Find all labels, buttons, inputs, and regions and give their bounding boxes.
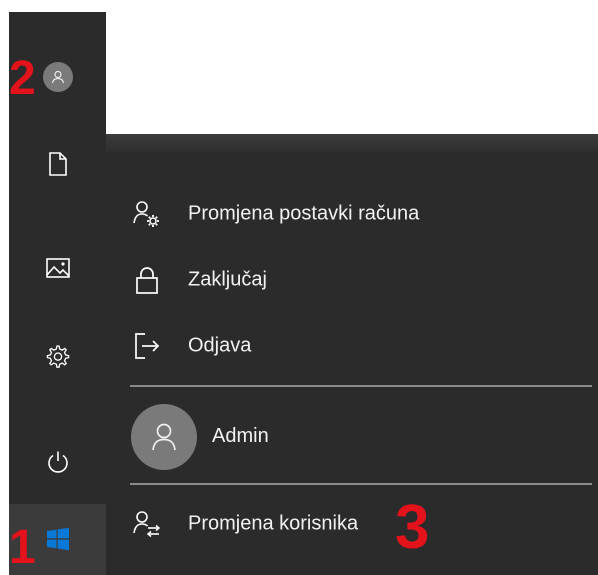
divider-top bbox=[130, 385, 592, 387]
gear-icon bbox=[46, 345, 69, 368]
windows-logo-icon bbox=[46, 527, 69, 551]
power-icon bbox=[47, 451, 68, 473]
settings-button[interactable] bbox=[9, 327, 106, 387]
picture-icon bbox=[45, 258, 70, 278]
account-flyout-menu: Promjena postavki računa Zaključaj Odjav… bbox=[106, 134, 598, 575]
change-account-settings-item[interactable]: Promjena postavki računa bbox=[106, 184, 598, 244]
lock-label: Zaključaj bbox=[188, 268, 267, 291]
current-user-item[interactable]: Admin bbox=[106, 397, 598, 477]
lock-icon bbox=[130, 263, 164, 297]
sign-out-label: Odjava bbox=[188, 334, 252, 357]
sign-out-item[interactable]: Odjava bbox=[106, 316, 598, 376]
change-account-settings-label: Promjena postavki računa bbox=[188, 202, 420, 225]
person-icon bbox=[51, 70, 64, 84]
document-icon bbox=[48, 152, 67, 176]
pictures-button[interactable] bbox=[9, 238, 106, 298]
divider-bottom bbox=[130, 483, 592, 485]
switch-user-icon bbox=[130, 507, 164, 541]
current-user-name: Admin bbox=[212, 425, 269, 447]
user-avatar bbox=[42, 62, 73, 92]
flyout-top-edge bbox=[106, 134, 598, 152]
power-button[interactable] bbox=[9, 432, 106, 492]
switch-user-item[interactable]: Promjena korisnika bbox=[106, 494, 598, 554]
callout-2: 2 bbox=[9, 52, 36, 105]
callout-3: 3 bbox=[395, 493, 430, 562]
lock-item[interactable]: Zaključaj bbox=[106, 250, 598, 310]
person-settings-icon bbox=[130, 197, 164, 231]
person-icon bbox=[152, 423, 176, 451]
switch-user-label: Promjena korisnika bbox=[188, 512, 359, 535]
documents-button[interactable] bbox=[9, 134, 106, 194]
callout-1: 1 bbox=[9, 521, 36, 574]
admin-avatar bbox=[131, 404, 197, 470]
sign-out-icon bbox=[130, 329, 164, 363]
